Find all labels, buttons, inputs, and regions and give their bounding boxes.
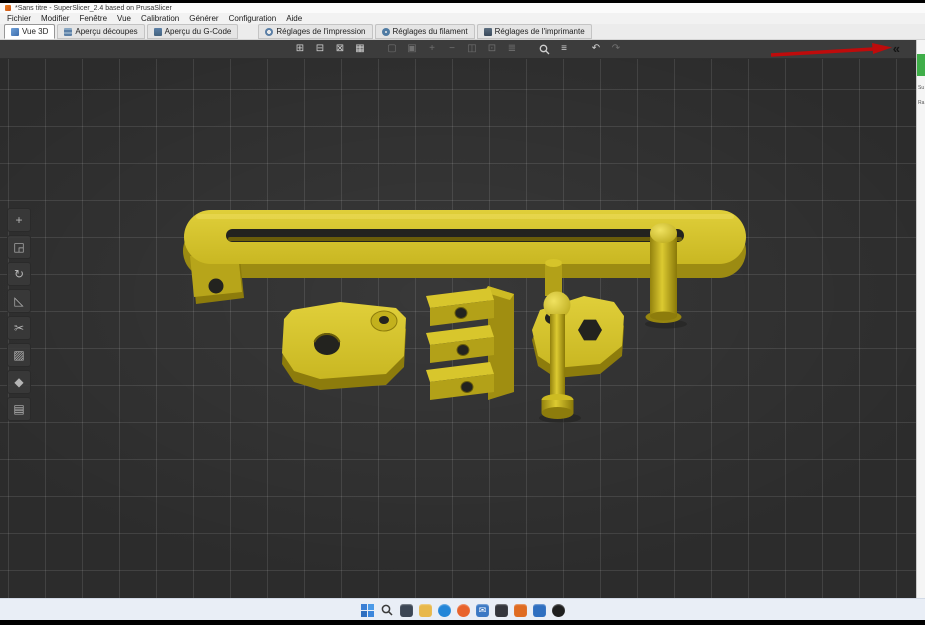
search-icon	[381, 604, 393, 616]
menu-fenetre[interactable]: Fenêtre	[74, 13, 112, 24]
viewport-toolbar: ⊞ ⊟ ⊠ ▦ ▢ ▣ + − ◫ ⊡ ≣ ≡ ↶ ↷ «	[0, 40, 916, 59]
model-plate-left[interactable]	[282, 302, 406, 390]
place-on-face-tool-button[interactable]: ◺	[7, 289, 31, 313]
menu-calibration[interactable]: Calibration	[136, 13, 184, 24]
taskbar-center-icons: ✉	[360, 603, 565, 617]
cut-tool-button[interactable]: ✂	[7, 316, 31, 340]
taskbar-app-blue-button[interactable]	[533, 603, 546, 617]
gcode-icon	[153, 27, 162, 36]
tab-vue-3d[interactable]: Vue 3D	[4, 24, 56, 39]
mail-icon: ✉	[478, 604, 487, 615]
panel-text-fragment: Ra	[918, 100, 925, 106]
search-icon	[539, 44, 549, 54]
tab-label: Réglages du filament	[392, 27, 468, 36]
right-panel-collapsed: Su Ra	[916, 40, 925, 598]
layers-icon	[64, 27, 73, 36]
windows-logo-icon	[360, 603, 374, 617]
panel-text-fragment: Su	[918, 85, 925, 91]
tab-label: Aperçu découpes	[75, 27, 138, 36]
search-button[interactable]	[536, 42, 552, 56]
menu-aide[interactable]: Aide	[281, 13, 307, 24]
variable-layer-button[interactable]: ≣	[504, 42, 520, 56]
viewport-3d[interactable]: ⊞ ⊟ ⊠ ▦ ▢ ▣ + − ◫ ⊡ ≣ ≡ ↶ ↷ « + ◲ ↻ ◺ ✂ …	[0, 40, 916, 598]
move-tool-button[interactable]: +	[7, 208, 31, 232]
taskbar-app-dark-button[interactable]	[495, 603, 508, 617]
gear-icon	[265, 27, 274, 36]
undo-button[interactable]: ↶	[588, 42, 604, 56]
start-button[interactable]	[360, 603, 374, 617]
variable-layers-tool-button[interactable]: ▤	[7, 397, 31, 421]
tab-label: Vue 3D	[22, 27, 49, 36]
model-hinge-bracket-middle[interactable]	[426, 286, 514, 400]
panel-green-indicator	[917, 54, 925, 76]
taskbar-edge-button[interactable]	[438, 603, 451, 617]
arrange-button[interactable]: ▦	[352, 42, 368, 56]
filament-spool-icon	[381, 27, 390, 36]
scale-tool-button[interactable]: ◲	[7, 235, 31, 259]
layers-list-button[interactable]: ≡	[556, 42, 572, 56]
app-icon	[5, 5, 11, 11]
taskbar-firefox-button[interactable]	[457, 603, 470, 617]
taskbar-mail-button[interactable]: ✉	[476, 603, 489, 617]
superslicer-window: *Sans titre - SuperSlicer_2.4 based on P…	[0, 0, 925, 625]
menubar: Fichier Modifier Fenêtre Vue Calibration…	[0, 13, 925, 24]
taskbar-file-explorer-button[interactable]	[419, 603, 432, 617]
taskbar-superslicer-button[interactable]	[514, 603, 527, 617]
cube-icon	[11, 27, 19, 36]
split-parts-button[interactable]: ⊡	[484, 42, 500, 56]
menu-generer[interactable]: Générer	[184, 13, 223, 24]
tab-label: Réglages de l'imprimante	[494, 27, 585, 36]
split-objects-button[interactable]: ◫	[464, 42, 480, 56]
copy-button[interactable]: ▢	[384, 42, 400, 56]
add-instance-button[interactable]: +	[424, 42, 440, 56]
tab-reglages-filament[interactable]: Réglages du filament	[374, 24, 475, 39]
titlebar: *Sans titre - SuperSlicer_2.4 based on P…	[0, 3, 925, 13]
redo-button[interactable]: ↷	[608, 42, 624, 56]
rotate-tool-button[interactable]: ↻	[7, 262, 31, 286]
collapse-right-panel-button[interactable]: «	[893, 41, 900, 57]
menu-configuration[interactable]: Configuration	[224, 13, 282, 24]
menu-vue[interactable]: Vue	[112, 13, 136, 24]
taskbar-task-view-button[interactable]	[400, 603, 413, 617]
taskbar: ✉	[0, 598, 925, 621]
paste-button[interactable]: ▣	[404, 42, 420, 56]
printer-icon	[483, 27, 492, 36]
menu-modifier[interactable]: Modifier	[36, 13, 74, 24]
seam-tool-button[interactable]: ◆	[7, 370, 31, 394]
tab-label: Aperçu du G-Code	[164, 27, 232, 36]
tab-apercu-decoupes[interactable]: Aperçu découpes	[57, 24, 145, 39]
taskbar-search-button[interactable]	[380, 603, 394, 617]
letterbox-bottom	[0, 620, 925, 625]
window-title: *Sans titre - SuperSlicer_2.4 based on P…	[15, 4, 172, 12]
taskbar-app-black-button[interactable]	[552, 603, 565, 617]
tab-reglages-impression[interactable]: Réglages de l'impression	[258, 24, 373, 39]
add-object-button[interactable]: ⊞	[292, 42, 308, 56]
tab-reglages-imprimante[interactable]: Réglages de l'imprimante	[476, 24, 592, 39]
delete-object-button[interactable]: ⊟	[312, 42, 328, 56]
paint-supports-tool-button[interactable]: ▨	[7, 343, 31, 367]
delete-all-button[interactable]: ⊠	[332, 42, 348, 56]
tab-label: Réglages de l'impression	[276, 27, 366, 36]
menu-fichier[interactable]: Fichier	[2, 13, 36, 24]
left-gizmo-toolbar: + ◲ ↻ ◺ ✂ ▨ ◆ ▤	[7, 208, 31, 421]
build-plate-scene	[183, 210, 746, 423]
tab-apercu-gcode[interactable]: Aperçu du G-Code	[146, 24, 239, 39]
tabbar: Vue 3D Aperçu découpes Aperçu du G-Code …	[0, 24, 925, 40]
remove-instance-button[interactable]: −	[444, 42, 460, 56]
